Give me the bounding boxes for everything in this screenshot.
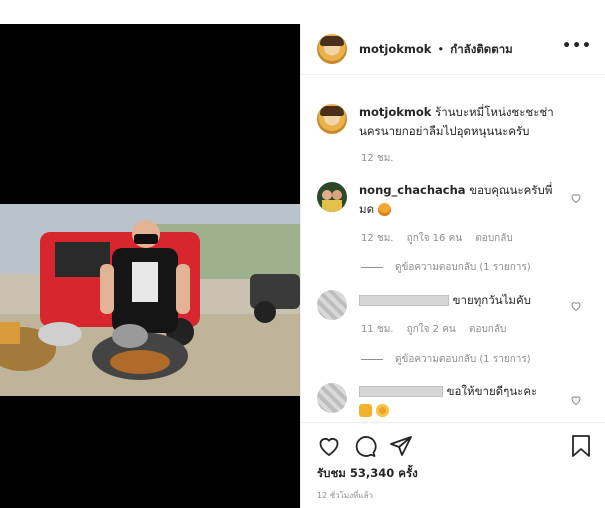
separator-dot: • xyxy=(437,42,445,56)
caption-time: 12 ชม. xyxy=(361,153,394,164)
comment-like-heart-icon[interactable] xyxy=(570,192,582,204)
comment-likes[interactable]: ถูกใจ 16 คน xyxy=(407,233,462,244)
post-header: motjokmok • กำลังติดตาม ••• xyxy=(301,24,605,74)
reply-button[interactable]: ตอบกลับ xyxy=(469,324,506,335)
emoji-icon xyxy=(377,203,391,216)
thumbs-up-emoji-icon xyxy=(359,404,372,417)
bookmark-icon[interactable] xyxy=(571,434,591,458)
caption-username[interactable]: motjokmok xyxy=(359,105,431,119)
comment-time: 12 ชม. xyxy=(361,233,394,244)
comment-text-2: มด xyxy=(359,202,375,216)
view-count[interactable]: รับชม 53,340 ครั้ง xyxy=(317,465,418,483)
comment-avatar[interactable] xyxy=(317,182,347,212)
comment-avatar-blurred[interactable] xyxy=(317,290,347,320)
comment-text: ขอให้ขายดีๆนะคะ xyxy=(446,384,538,398)
comment-2-meta: 11 ชม. ถูกใจ 2 คน ตอบกลับ xyxy=(361,322,506,337)
view-replies-button[interactable]: ดูข้อความตอบกลับ (1 รายการ) xyxy=(361,352,531,367)
divider xyxy=(301,74,605,75)
video-player[interactable] xyxy=(0,24,300,508)
comment-3: ขอให้ขายดีๆนะคะ xyxy=(359,382,537,420)
like-heart-icon[interactable] xyxy=(317,434,341,458)
post-username[interactable]: motjokmok xyxy=(359,42,431,56)
comment-time: 11 ชม. xyxy=(361,324,394,335)
share-send-icon[interactable] xyxy=(389,434,413,458)
video-frame xyxy=(0,204,300,396)
caption-avatar[interactable] xyxy=(317,104,347,134)
comment-avatar-blurred[interactable] xyxy=(317,383,347,413)
blurred-username xyxy=(359,295,449,306)
post-actions xyxy=(317,432,597,460)
view-replies-label: ดูข้อความตอบกลับ (1 รายการ) xyxy=(395,354,531,365)
avatar[interactable] xyxy=(317,34,347,64)
video-frame-image xyxy=(0,204,300,396)
comment-1-meta: 12 ชม. ถูกใจ 16 คน ตอบกลับ xyxy=(361,231,513,246)
divider xyxy=(301,422,605,423)
replies-line xyxy=(361,359,383,360)
comment-username[interactable]: nong_chachacha xyxy=(359,183,466,197)
more-options-icon[interactable]: ••• xyxy=(562,38,592,54)
reply-button[interactable]: ตอบกลับ xyxy=(475,233,512,244)
blurred-username xyxy=(359,386,443,397)
view-replies-label: ดูข้อความตอบกลับ (1 รายการ) xyxy=(395,262,531,273)
caption: motjokmok ร้านบะหมี่โหน่งชะชะช่า นครนายก… xyxy=(359,103,589,141)
view-replies-button[interactable]: ดูข้อความตอบกลับ (1 รายการ) xyxy=(361,260,531,275)
avatar-image xyxy=(322,190,342,212)
caption-text-2: นครนายกอย่าลืมไปอุดหนุนนะครับ xyxy=(359,124,530,138)
post-username-line: motjokmok • กำลังติดตาม xyxy=(359,41,513,59)
caption-text-1: ร้านบะหมี่โหน่งชะชะช่า xyxy=(435,105,554,119)
comment-bubble-icon[interactable] xyxy=(353,434,377,458)
comment-like-heart-icon[interactable] xyxy=(570,300,582,312)
comment-2: ขายทุกวันไมคับ xyxy=(359,291,531,310)
comment-like-heart-icon[interactable] xyxy=(570,394,582,406)
post-panel: motjokmok • กำลังติดตาม ••• motjokmok ร้… xyxy=(300,24,605,508)
replies-line xyxy=(361,267,383,268)
heart-eyes-emoji-icon xyxy=(375,404,389,417)
comment-text: ขอบคุณนะครับพี่ xyxy=(469,183,553,197)
comment-likes[interactable]: ถูกใจ 2 คน xyxy=(407,324,456,335)
comment-text: ขายทุกวันไมคับ xyxy=(452,293,531,307)
comment-1: nong_chachacha ขอบคุณนะครับพี่ มด xyxy=(359,181,559,219)
follow-status[interactable]: กำลังติดตาม xyxy=(450,42,513,56)
post-timestamp: 12 ชั่วโมงที่แล้ว xyxy=(317,491,373,500)
